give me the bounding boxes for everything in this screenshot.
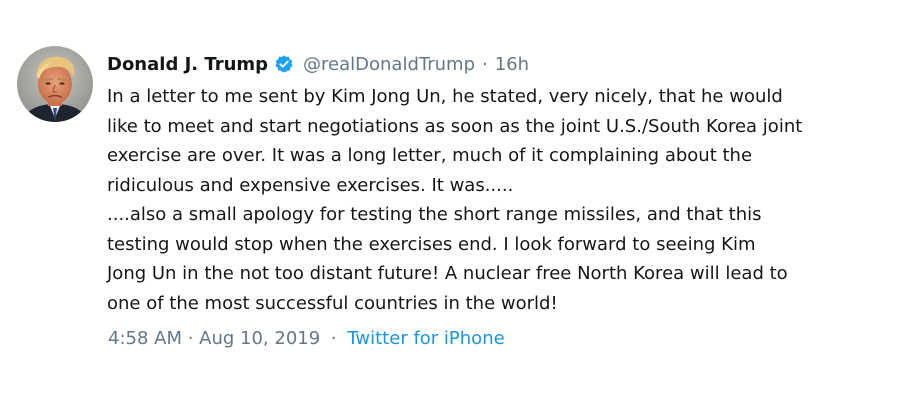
tweet-text-line: exercise are over. It was a long letter,… <box>107 145 753 166</box>
user-handle[interactable]: @realDonaldTrump <box>303 54 475 75</box>
relative-time[interactable]: 16h <box>495 54 529 75</box>
profile-photo-icon <box>17 46 93 122</box>
tweet-header: Donald J. Trump @realDonaldTrump · 16h <box>107 48 887 80</box>
tweet-text-line: Jong Un in the not too distant future! A… <box>107 263 788 284</box>
tweet-text-line: like to meet and start negotiations as s… <box>107 115 803 137</box>
tweet-content: Donald J. Trump @realDonaldTrump · 16h I… <box>107 48 887 318</box>
header-separator: · <box>482 53 488 75</box>
display-name[interactable]: Donald J. Trump <box>107 54 268 75</box>
tweet-text-line: testing would stop when the exercises en… <box>107 233 756 255</box>
avatar[interactable] <box>17 46 93 122</box>
tweet-timestamp[interactable]: 4:58 AM · Aug 10, 2019 <box>108 328 320 349</box>
verified-badge-icon <box>274 54 294 74</box>
tweet-text-line: ....also a small apology for testing the… <box>107 204 762 225</box>
tweet-text-line: In a letter to me sent by Kim Jong Un, h… <box>107 86 783 107</box>
tweet-source-link[interactable]: Twitter for iPhone <box>347 328 504 349</box>
tweet-text-line: one of the most successful countries in … <box>107 292 558 314</box>
tweet-footer: 4:58 AM · Aug 10, 2019 · Twitter for iPh… <box>108 328 505 349</box>
footer-separator: · <box>330 328 337 349</box>
tweet-text-line: ridiculous and expensive exercises. It w… <box>107 174 514 196</box>
tweet: Donald J. Trump @realDonaldTrump · 16h I… <box>0 0 900 416</box>
tweet-text: In a letter to me sent by Kim Jong Un, h… <box>107 82 887 318</box>
